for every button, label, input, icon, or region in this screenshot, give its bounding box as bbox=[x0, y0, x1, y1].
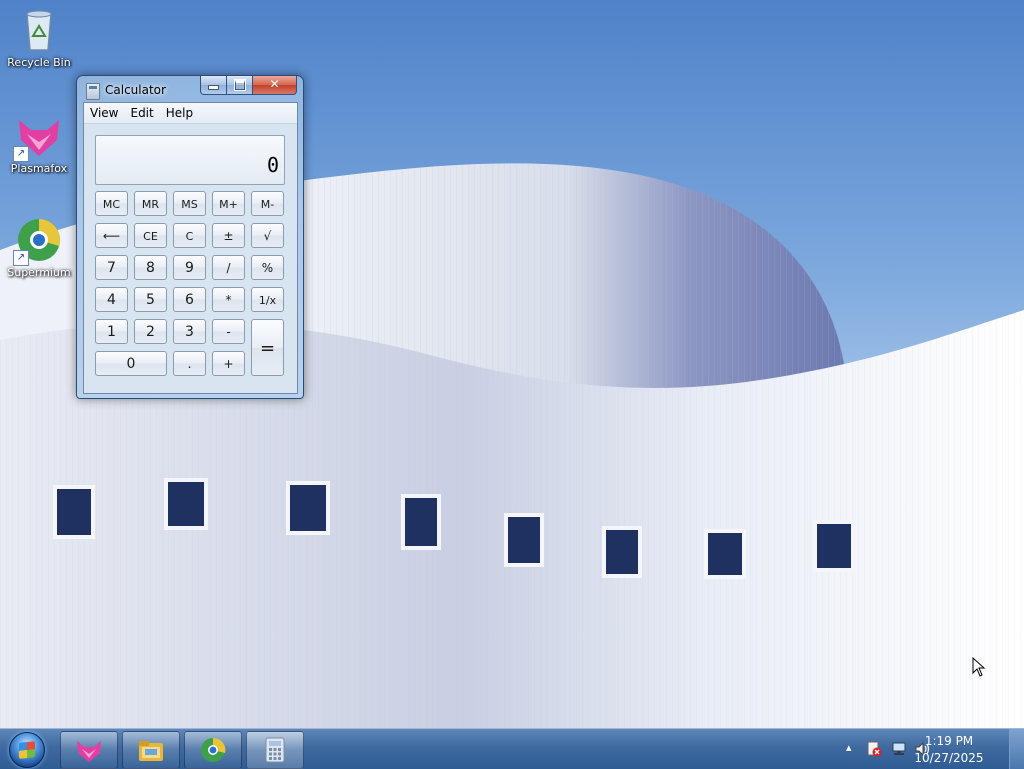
taskbar: ▴ 1:19 PM 10/27/2025 bbox=[0, 728, 1024, 769]
minimize-button[interactable] bbox=[200, 76, 227, 95]
menu-edit[interactable]: Edit bbox=[124, 103, 159, 123]
desktop-icon-supermium[interactable]: ↗ Supermium bbox=[1, 216, 77, 279]
calculator-window[interactable]: Calculator ✕ View Edit Help 0 MC MR MS M… bbox=[76, 75, 304, 399]
digit-0-button[interactable]: 0 bbox=[95, 351, 167, 376]
menu-view[interactable]: View bbox=[84, 103, 124, 123]
close-icon: ✕ bbox=[269, 77, 280, 91]
calculator-icon bbox=[86, 83, 100, 100]
clear-entry-button[interactable]: CE bbox=[134, 223, 167, 248]
multiply-button[interactable]: * bbox=[212, 287, 245, 312]
show-hidden-icons-button[interactable]: ▴ bbox=[846, 741, 852, 754]
m-minus-button[interactable]: M- bbox=[251, 191, 284, 216]
mc-button[interactable]: MC bbox=[95, 191, 128, 216]
digit-8-button[interactable]: 8 bbox=[134, 255, 167, 280]
digit-7-button[interactable]: 7 bbox=[95, 255, 128, 280]
plasmafox-icon: ↗ bbox=[13, 112, 63, 162]
show-desktop-button[interactable] bbox=[1009, 729, 1024, 769]
desktop-icon-plasmafox[interactable]: ↗ Plasmafox bbox=[1, 112, 77, 175]
decimal-button[interactable]: . bbox=[173, 351, 206, 376]
square-root-button[interactable]: √ bbox=[251, 223, 284, 248]
maximize-icon bbox=[233, 79, 246, 91]
equals-button[interactable]: = bbox=[251, 319, 284, 376]
add-button[interactable]: + bbox=[212, 351, 245, 376]
digit-2-button[interactable]: 2 bbox=[134, 319, 167, 344]
calculator-body: View Edit Help 0 MC MR MS M+ M- ⟵ CE C ±… bbox=[83, 102, 298, 394]
start-button[interactable] bbox=[4, 730, 50, 768]
desktop-icon-label: Plasmafox bbox=[10, 162, 68, 175]
window-title: Calculator bbox=[105, 83, 166, 97]
file-explorer-icon bbox=[139, 741, 163, 761]
window-titlebar[interactable]: Calculator ✕ bbox=[77, 76, 303, 102]
network-icon[interactable] bbox=[890, 741, 908, 757]
action-center-icon[interactable] bbox=[866, 741, 882, 757]
digit-6-button[interactable]: 6 bbox=[173, 287, 206, 312]
calculator-icon bbox=[265, 737, 285, 763]
clear-button[interactable]: C bbox=[173, 223, 206, 248]
mr-button[interactable]: MR bbox=[134, 191, 167, 216]
digit-1-button[interactable]: 1 bbox=[95, 319, 128, 344]
clock-date[interactable]: 10/27/2025 bbox=[914, 751, 984, 765]
calculator-display: 0 bbox=[95, 135, 285, 185]
digit-5-button[interactable]: 5 bbox=[134, 287, 167, 312]
taskbar-button-supermium[interactable] bbox=[184, 731, 242, 769]
desktop-icon-recycle-bin[interactable]: Recycle Bin bbox=[1, 6, 77, 69]
recycle-bin-icon bbox=[15, 6, 63, 54]
subtract-button[interactable]: - bbox=[212, 319, 245, 344]
taskbar-button-calculator[interactable] bbox=[246, 731, 304, 769]
windows-logo-icon bbox=[9, 732, 45, 768]
clock-time[interactable]: 1:19 PM bbox=[914, 734, 984, 748]
desktop-icon-label: Supermium bbox=[7, 266, 71, 279]
plasmafox-icon bbox=[77, 741, 101, 762]
digit-9-button[interactable]: 9 bbox=[173, 255, 206, 280]
divide-button[interactable]: / bbox=[212, 255, 245, 280]
negate-button[interactable]: ± bbox=[212, 223, 245, 248]
menu-bar: View Edit Help bbox=[84, 103, 297, 124]
shortcut-arrow-icon: ↗ bbox=[13, 250, 29, 266]
mouse-pointer-icon bbox=[972, 657, 986, 677]
percent-button[interactable]: % bbox=[251, 255, 284, 280]
taskbar-button-plasmafox[interactable] bbox=[60, 731, 118, 769]
minimize-icon bbox=[208, 84, 219, 90]
close-button[interactable]: ✕ bbox=[253, 76, 297, 95]
digit-3-button[interactable]: 3 bbox=[173, 319, 206, 344]
maximize-button[interactable] bbox=[227, 76, 253, 95]
supermium-icon: ↗ bbox=[13, 216, 63, 266]
digit-4-button[interactable]: 4 bbox=[95, 287, 128, 312]
desktop-icon-label: Recycle Bin bbox=[7, 56, 71, 69]
shortcut-arrow-icon: ↗ bbox=[13, 146, 29, 162]
m-plus-button[interactable]: M+ bbox=[212, 191, 245, 216]
reciprocal-button[interactable]: 1/x bbox=[251, 287, 284, 312]
menu-help[interactable]: Help bbox=[160, 103, 199, 123]
display-value: 0 bbox=[266, 153, 279, 177]
ms-button[interactable]: MS bbox=[173, 191, 206, 216]
supermium-icon bbox=[201, 737, 226, 762]
taskbar-button-file-explorer[interactable] bbox=[122, 731, 180, 769]
backspace-button[interactable]: ⟵ bbox=[95, 223, 128, 248]
